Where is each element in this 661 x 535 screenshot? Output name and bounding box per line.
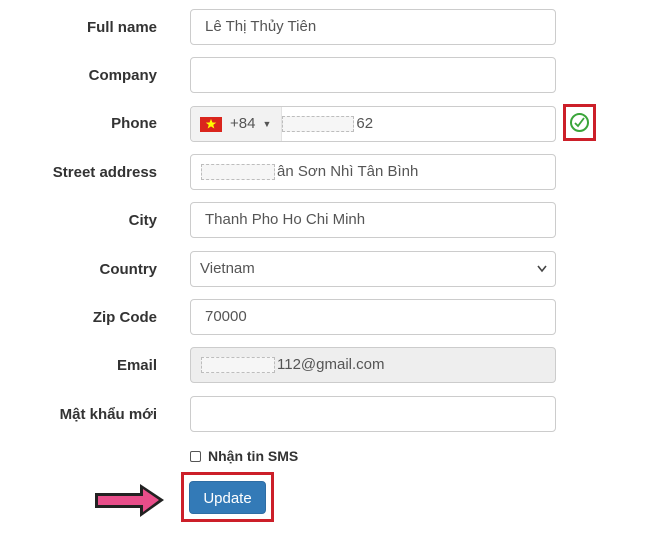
new-password-input[interactable] <box>190 396 556 432</box>
zip-code-input[interactable]: 70000 <box>190 299 556 335</box>
country-code-selector[interactable]: +84 ▼ <box>191 107 283 141</box>
street-address-label: Street address <box>52 164 157 181</box>
country-selected: Vietnam <box>200 260 255 277</box>
pointer-arrow-icon <box>95 484 164 517</box>
vietnam-flag-icon <box>200 116 222 132</box>
country-label: Country <box>99 261 158 278</box>
sms-option[interactable]: Nhận tin SMS <box>190 447 298 465</box>
company-label: Company <box>88 67 157 84</box>
sms-label: Nhận tin SMS <box>208 448 299 464</box>
redaction-box <box>282 116 355 132</box>
city-input[interactable]: Thanh Pho Ho Chi Minh <box>190 202 556 238</box>
phone-valid-highlight <box>563 104 596 141</box>
country-select[interactable]: Vietnam <box>190 251 556 287</box>
full-name-label: Full name <box>86 19 157 36</box>
email-value: 112@gmail.com <box>277 356 385 373</box>
city-label: City <box>128 212 157 229</box>
email-label: Email <box>116 357 157 374</box>
update-button[interactable]: Update <box>189 481 266 514</box>
chevron-down-icon <box>537 252 547 286</box>
street-address-input[interactable]: ân Sơn Nhì Tân Bình <box>190 154 556 190</box>
check-circle-icon <box>570 113 589 132</box>
phone-input[interactable]: +84 ▼ 62 <box>190 106 556 142</box>
redaction-box <box>201 164 275 181</box>
phone-label: Phone <box>111 115 157 132</box>
caret-down-icon: ▼ <box>262 119 272 129</box>
phone-value: 62 <box>356 115 374 132</box>
update-highlight: Update <box>181 472 274 522</box>
full-name-input[interactable]: Lê Thị Thủy Tiên <box>190 9 556 45</box>
zip-code-label: Zip Code <box>92 309 157 326</box>
email-input: 112@gmail.com <box>190 347 556 383</box>
sms-checkbox[interactable] <box>190 450 201 462</box>
redaction-box <box>201 357 275 374</box>
street-value: ân Sơn Nhì Tân Bình <box>277 163 419 180</box>
company-input[interactable] <box>190 57 556 93</box>
dial-code: +84 <box>230 115 256 132</box>
new-password-label: Mật khẩu mới <box>59 406 157 423</box>
